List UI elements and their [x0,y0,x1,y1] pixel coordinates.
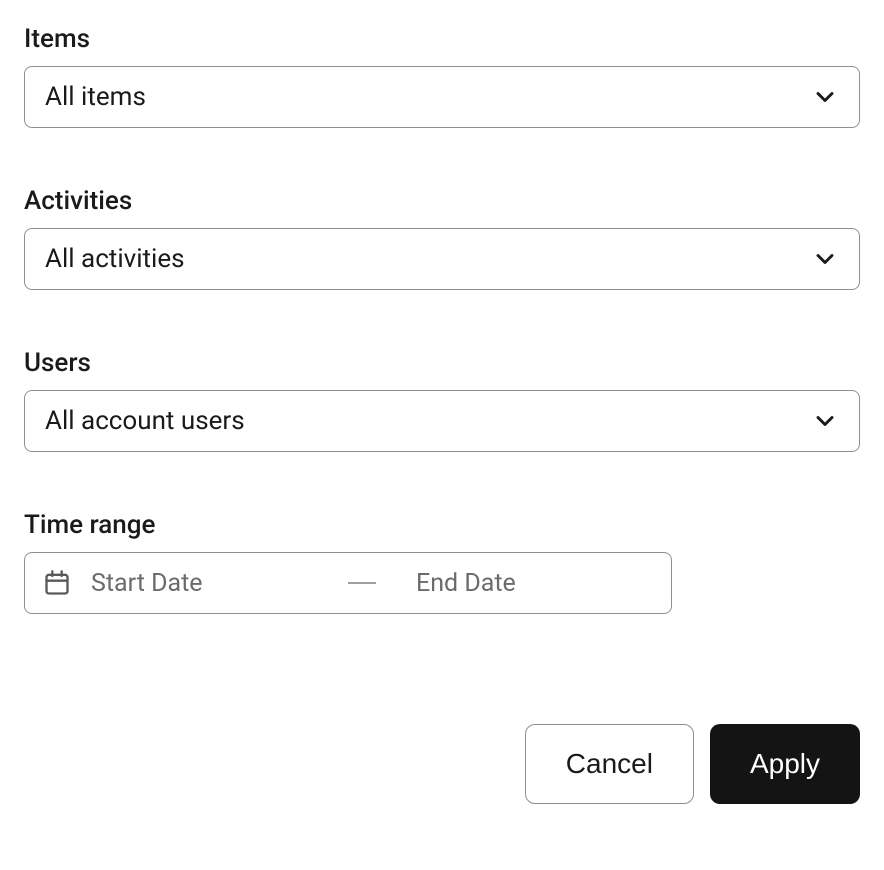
calendar-icon [43,569,71,597]
items-field: Items All items [24,24,860,128]
end-date-placeholder: End Date [416,569,516,598]
activities-select[interactable]: All activities [24,228,860,290]
time-range-field: Time range Start Date End Date [24,510,860,614]
apply-button[interactable]: Apply [710,724,860,804]
date-range-separator [348,582,376,584]
start-date-placeholder: Start Date [91,569,328,598]
button-row: Cancel Apply [24,724,860,804]
items-select-value: All items [45,82,146,112]
users-field: Users All account users [24,348,860,452]
time-range-label: Time range [24,510,860,540]
items-label: Items [24,24,860,54]
chevron-down-icon [811,83,839,111]
date-range-input[interactable]: Start Date End Date [24,552,672,614]
users-select-value: All account users [45,406,245,436]
chevron-down-icon [811,407,839,435]
activities-field: Activities All activities [24,186,860,290]
cancel-button[interactable]: Cancel [525,724,694,804]
activities-select-value: All activities [45,244,185,274]
users-label: Users [24,348,860,378]
users-select[interactable]: All account users [24,390,860,452]
items-select[interactable]: All items [24,66,860,128]
activities-label: Activities [24,186,860,216]
chevron-down-icon [811,245,839,273]
